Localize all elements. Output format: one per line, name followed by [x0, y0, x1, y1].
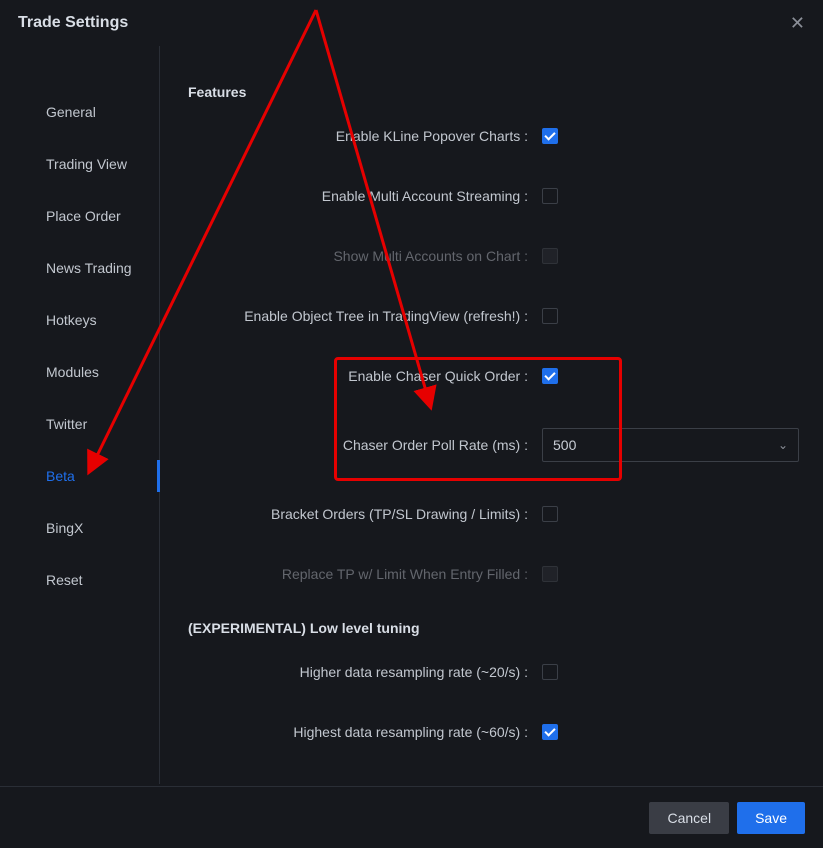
- checkbox-kline[interactable]: [542, 128, 558, 144]
- save-button[interactable]: Save: [737, 802, 805, 834]
- checkbox-highest-resample[interactable]: [542, 724, 558, 740]
- field-label: Enable Multi Account Streaming :: [188, 188, 534, 204]
- checkbox-object-tree[interactable]: [542, 308, 558, 324]
- chevron-down-icon: ⌄: [778, 438, 788, 452]
- field-label: Bracket Orders (TP/SL Drawing / Limits) …: [188, 506, 534, 522]
- sidebar-item-label: Beta: [46, 468, 75, 484]
- section-title-features: Features: [188, 84, 799, 100]
- sidebar-item-label: General: [46, 104, 96, 120]
- field-label: Show Multi Accounts on Chart :: [188, 248, 534, 264]
- field-bracket: Bracket Orders (TP/SL Drawing / Limits) …: [188, 506, 799, 522]
- modal-footer: Cancel Save: [0, 786, 823, 848]
- settings-content: Features Enable KLine Popover Charts : E…: [160, 46, 823, 784]
- section-title-tuning: (EXPERIMENTAL) Low level tuning: [188, 620, 799, 636]
- cancel-button[interactable]: Cancel: [649, 802, 729, 834]
- sidebar-item-bingx[interactable]: BingX: [0, 502, 159, 554]
- sidebar-item-general[interactable]: General: [0, 86, 159, 138]
- field-label: Enable KLine Popover Charts :: [188, 128, 534, 144]
- field-label: Replace TP w/ Limit When Entry Filled :: [188, 566, 534, 582]
- select-chaser-poll[interactable]: 500 ⌄: [542, 428, 799, 462]
- sidebar-item-reset[interactable]: Reset: [0, 554, 159, 606]
- field-streaming: Enable Multi Account Streaming :: [188, 188, 799, 204]
- modal-title: Trade Settings: [18, 14, 128, 32]
- field-highest-resample: Highest data resampling rate (~60/s) :: [188, 724, 799, 740]
- sidebar-item-twitter[interactable]: Twitter: [0, 398, 159, 450]
- field-label: Enable Object Tree in TradingView (refre…: [188, 308, 534, 324]
- sidebar-item-news-trading[interactable]: News Trading: [0, 242, 159, 294]
- field-show-multi: Show Multi Accounts on Chart :: [188, 248, 799, 264]
- field-chaser-quick: Enable Chaser Quick Order :: [188, 368, 799, 384]
- sidebar-item-label: Hotkeys: [46, 312, 97, 328]
- sidebar-item-label: Reset: [46, 572, 83, 588]
- checkbox-streaming[interactable]: [542, 188, 558, 204]
- sidebar-item-trading-view[interactable]: Trading View: [0, 138, 159, 190]
- checkbox-show-multi: [542, 248, 558, 264]
- checkbox-replace-tp: [542, 566, 558, 582]
- field-label: Higher data resampling rate (~20/s) :: [188, 664, 534, 680]
- sidebar-item-label: Twitter: [46, 416, 87, 432]
- field-chaser-poll: Chaser Order Poll Rate (ms) : 500 ⌄: [188, 428, 799, 462]
- field-kline: Enable KLine Popover Charts :: [188, 128, 799, 144]
- sidebar-item-hotkeys[interactable]: Hotkeys: [0, 294, 159, 346]
- modal-body: General Trading View Place Order News Tr…: [0, 46, 823, 784]
- select-value: 500: [553, 437, 576, 453]
- field-label: Enable Chaser Quick Order :: [188, 368, 534, 384]
- field-object-tree: Enable Object Tree in TradingView (refre…: [188, 308, 799, 324]
- field-label: Chaser Order Poll Rate (ms) :: [188, 437, 534, 453]
- sidebar-item-label: Place Order: [46, 208, 121, 224]
- sidebar-item-label: Modules: [46, 364, 99, 380]
- modal-header: Trade Settings ✕: [0, 0, 823, 46]
- sidebar-item-label: BingX: [46, 520, 83, 536]
- sidebar-item-label: News Trading: [46, 260, 132, 276]
- sidebar-item-beta[interactable]: Beta: [0, 450, 159, 502]
- sidebar-item-modules[interactable]: Modules: [0, 346, 159, 398]
- checkbox-chaser-quick[interactable]: [542, 368, 558, 384]
- sidebar: General Trading View Place Order News Tr…: [0, 46, 160, 784]
- sidebar-item-place-order[interactable]: Place Order: [0, 190, 159, 242]
- checkbox-higher-resample[interactable]: [542, 664, 558, 680]
- sidebar-item-label: Trading View: [46, 156, 127, 172]
- close-icon[interactable]: ✕: [790, 14, 805, 32]
- field-higher-resample: Higher data resampling rate (~20/s) :: [188, 664, 799, 680]
- field-replace-tp: Replace TP w/ Limit When Entry Filled :: [188, 566, 799, 582]
- field-label: Highest data resampling rate (~60/s) :: [188, 724, 534, 740]
- checkbox-bracket[interactable]: [542, 506, 558, 522]
